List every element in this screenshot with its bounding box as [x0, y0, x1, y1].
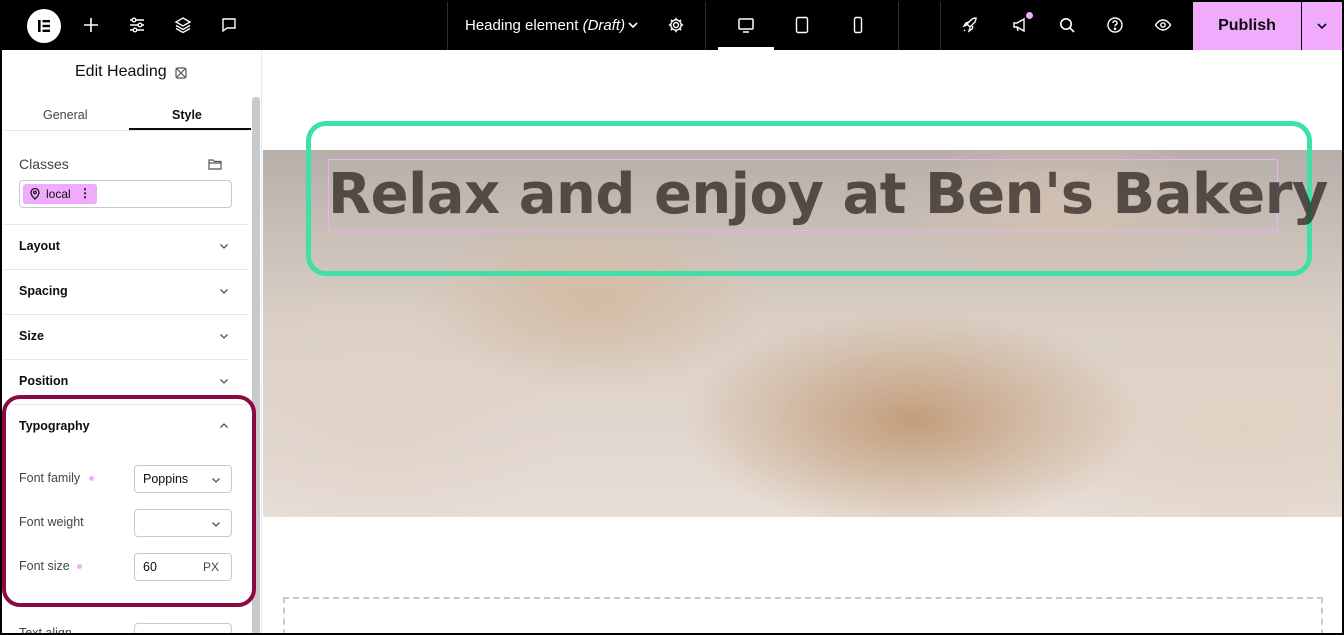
section-label: Typography: [19, 419, 90, 433]
help-icon[interactable]: [1103, 13, 1127, 37]
tab-style[interactable]: Style: [172, 108, 202, 122]
modified-indicator: [77, 564, 82, 569]
font-family-value: Poppins: [143, 472, 189, 486]
section-label: Layout: [19, 239, 60, 253]
plus-icon[interactable]: [79, 13, 103, 37]
drop-zone[interactable]: [283, 597, 1323, 635]
tablet-icon[interactable]: [790, 13, 814, 37]
font-size-unit[interactable]: PX: [203, 560, 219, 574]
font-weight-select[interactable]: [134, 509, 232, 537]
font-size-label: Font size: [19, 559, 70, 573]
divider: [940, 0, 941, 50]
gear-icon[interactable]: [664, 13, 688, 37]
chevron-down-icon: [220, 379, 228, 384]
atomic-element-icon: [175, 67, 187, 79]
section-label: Position: [19, 374, 69, 388]
section-label: Spacing: [19, 284, 68, 298]
chevron-up-icon: [220, 423, 228, 428]
panel-tabs: General Style: [3, 100, 251, 131]
document-status: (Draft): [582, 17, 626, 34]
mobile-icon[interactable]: [846, 13, 870, 37]
folder-icon[interactable]: [207, 156, 223, 172]
desktop-icon[interactable]: [734, 13, 758, 37]
page-heading[interactable]: Relax and enjoy at Ben's Bakery: [328, 158, 1328, 232]
tab-general[interactable]: General: [43, 108, 87, 122]
active-tab-indicator: [129, 128, 251, 130]
chevron-down-icon: [212, 522, 220, 527]
sliders-icon[interactable]: [125, 13, 149, 37]
more-options-icon[interactable]: ⋮: [79, 186, 91, 200]
divider: [447, 0, 448, 50]
layers-icon[interactable]: [171, 13, 195, 37]
classes-label: Classes: [19, 156, 69, 172]
font-family-label: Font family: [19, 471, 81, 485]
publish-button[interactable]: Publish: [1193, 2, 1301, 50]
top-bar: Heading element (Draft) Publish: [0, 0, 1344, 50]
chevron-down-icon: [220, 289, 228, 294]
section-label: Size: [19, 329, 45, 343]
elementor-logo-icon[interactable]: [27, 9, 61, 43]
font-weight-label: Font weight: [19, 515, 84, 529]
notification-dot: [1026, 12, 1033, 19]
text-align-control[interactable]: [134, 623, 232, 635]
panel-title: Edit Heading: [75, 63, 167, 80]
class-chip[interactable]: local ⋮: [23, 184, 97, 204]
chevron-down-icon: [1317, 23, 1327, 30]
font-size-input[interactable]: 60 PX: [134, 553, 232, 581]
chevron-down-icon: [220, 244, 228, 249]
chat-icon[interactable]: [217, 13, 241, 37]
editor-panel: Edit Heading General Style Classes local…: [0, 50, 262, 635]
document-name: Heading element: [465, 17, 579, 34]
publish-options-button[interactable]: [1302, 2, 1342, 50]
classes-input[interactable]: local ⋮: [19, 180, 232, 208]
class-chip-label: local: [46, 187, 71, 201]
chevron-down-icon: [212, 478, 220, 483]
section-size[interactable]: Size: [3, 314, 248, 359]
modified-indicator: [89, 476, 94, 481]
document-title[interactable]: Heading element (Draft): [465, 17, 625, 34]
section-spacing[interactable]: Spacing: [3, 269, 248, 314]
preview-canvas: Relax and enjoy at Ben's Bakery: [263, 50, 1344, 635]
divider: [898, 0, 899, 50]
chevron-down-icon[interactable]: [626, 18, 640, 32]
divider: [705, 0, 706, 50]
scrollbar-thumb[interactable]: [252, 97, 260, 635]
map-pin-icon: [30, 188, 40, 200]
chevron-down-icon: [220, 334, 228, 339]
rocket-icon[interactable]: [958, 13, 982, 37]
section-position[interactable]: Position: [3, 359, 248, 404]
eye-icon[interactable]: [1151, 13, 1175, 37]
font-size-value: 60: [143, 560, 157, 574]
font-family-select[interactable]: Poppins: [134, 465, 232, 493]
section-typography[interactable]: Typography: [3, 404, 248, 449]
search-icon[interactable]: [1055, 13, 1079, 37]
panel-scrollbar[interactable]: [252, 97, 260, 635]
text-align-label: Text align: [19, 626, 72, 635]
section-layout[interactable]: Layout: [3, 224, 248, 269]
